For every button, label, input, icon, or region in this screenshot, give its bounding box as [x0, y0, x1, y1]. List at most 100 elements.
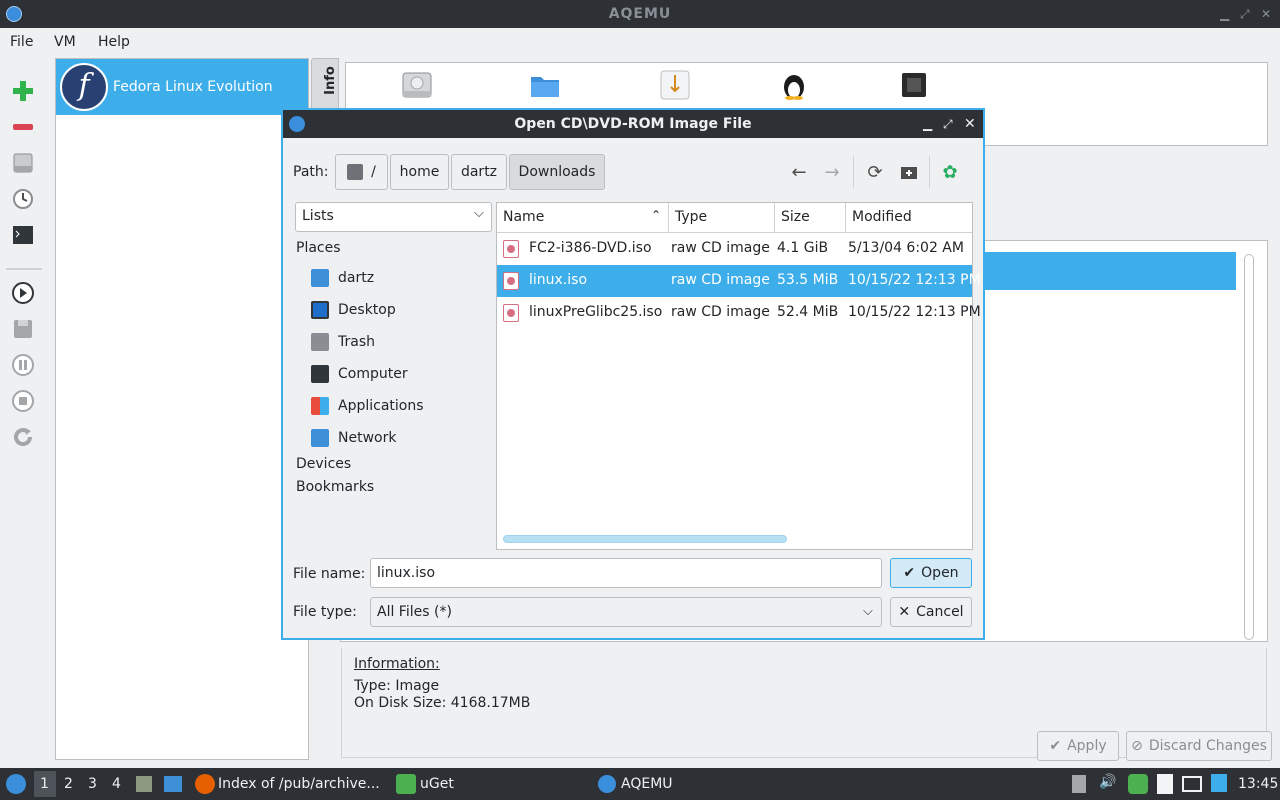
open-button[interactable]: ✔ Open [890, 558, 972, 588]
taskbar: 1 2 3 4 Index of /pub/archive... uGet AQ… [0, 768, 1280, 800]
workspace-1[interactable]: 1 [40, 776, 49, 792]
check-icon: ✔ [903, 565, 916, 581]
vm-name: Fedora Linux Evolution [113, 79, 273, 95]
vertical-scrollbar[interactable] [1244, 254, 1254, 640]
hard-disk-icon[interactable] [10, 150, 36, 176]
sidebar-view-label: Lists [302, 208, 334, 224]
firefox-icon [195, 774, 215, 794]
dialog-title: Open CD\DVD-ROM Image File [514, 116, 752, 132]
dialog-minimize-icon[interactable]: ▁ [923, 110, 932, 138]
folder-device-icon[interactable] [529, 69, 561, 105]
file-type: raw CD image [671, 304, 770, 320]
close-icon[interactable]: ✕ [1261, 0, 1272, 28]
workspace-3[interactable]: 3 [88, 776, 97, 792]
path-home-label: home [399, 164, 440, 180]
cancel-button[interactable]: ✕ Cancel [890, 597, 972, 627]
discard-changes-button[interactable]: ⊘ Discard Changes [1126, 731, 1272, 761]
path-root-button[interactable]: / [335, 154, 388, 190]
window-titlebar: AQEMU ▁ ⤢ ✕ [0, 0, 1280, 28]
place-network[interactable]: Network [311, 426, 396, 450]
options-gear-icon[interactable]: ✿ [938, 160, 962, 184]
tab-info-label: Info [322, 66, 338, 95]
selected-device-row[interactable] [984, 252, 1236, 290]
task-aqemu[interactable]: AQEMU [621, 776, 673, 792]
new-folder-icon[interactable] [897, 160, 921, 184]
places-heading: Places [296, 240, 341, 256]
file-manager-icon[interactable] [136, 776, 152, 792]
workspace-2[interactable]: 2 [64, 776, 73, 792]
start-vm-icon[interactable] [10, 280, 36, 306]
column-size[interactable]: Size [781, 209, 810, 225]
file-name-input[interactable]: linux.iso [370, 558, 882, 588]
place-label: Applications [338, 398, 424, 414]
vm-list-item[interactable]: f Fedora Linux Evolution [56, 59, 308, 115]
menu-file[interactable]: File [10, 34, 33, 50]
remove-vm-icon[interactable] [10, 114, 36, 140]
column-type[interactable]: Type [675, 209, 707, 225]
uget-tray-icon[interactable] [1128, 774, 1148, 794]
dialog-close-icon[interactable]: ✕ [964, 110, 976, 138]
iso-file-icon [503, 240, 519, 258]
path-dartz-button[interactable]: dartz [451, 154, 507, 190]
column-name[interactable]: Name [503, 209, 544, 225]
file-size: 53.5 MiB [777, 272, 839, 288]
hdd-device-icon[interactable] [401, 69, 433, 105]
aqemu-app-icon [6, 6, 22, 22]
forward-arrow-icon[interactable]: → [820, 160, 844, 184]
place-dartz[interactable]: dartz [311, 266, 374, 290]
pause-vm-icon[interactable] [10, 352, 36, 378]
sidebar-view-combo[interactable]: Lists ⌵ [295, 202, 492, 232]
file-row-selected[interactable]: linux.iso raw CD image 53.5 MiB 10/15/22… [497, 265, 981, 297]
iso-file-icon [503, 304, 519, 322]
show-desktop-icon[interactable] [164, 776, 182, 792]
usb-device-icon[interactable] [659, 69, 691, 105]
place-computer[interactable]: Computer [311, 362, 408, 386]
menu-help[interactable]: Help [98, 34, 130, 50]
cpu-chip-icon[interactable] [898, 69, 930, 105]
minimize-icon[interactable]: ▁ [1220, 0, 1230, 28]
linux-tux-icon[interactable] [778, 69, 810, 105]
snapshot-clock-icon[interactable] [10, 186, 36, 212]
task-firefox[interactable]: Index of /pub/archive... [218, 776, 380, 792]
dialog-maximize-icon[interactable]: ⤢ [943, 110, 953, 138]
window-title: AQEMU [608, 6, 672, 22]
menu-vm[interactable]: VM [54, 34, 76, 50]
workspace-4[interactable]: 4 [112, 776, 121, 792]
file-type: raw CD image [671, 272, 770, 288]
place-trash[interactable]: Trash [311, 330, 375, 354]
file-row[interactable]: FC2-i386-DVD.iso raw CD image 4.1 GiB 5/… [497, 233, 972, 265]
notification-tray-icon[interactable] [1211, 774, 1227, 792]
place-applications[interactable]: Applications [311, 394, 424, 418]
file-row[interactable]: linuxPreGlibc25.iso raw CD image 52.4 Mi… [497, 297, 981, 329]
file-modified: 5/13/04 6:02 AM [848, 240, 964, 256]
path-home-button[interactable]: home [390, 154, 449, 190]
devices-heading[interactable]: Devices [296, 456, 351, 472]
sort-ascending-icon: ⌃ [651, 208, 662, 222]
file-type-combo[interactable]: All Files (*) ⌵ [370, 597, 882, 627]
file-type: raw CD image [671, 240, 770, 256]
reset-vm-icon[interactable] [10, 424, 36, 450]
maximize-icon[interactable]: ⤢ [1240, 0, 1251, 28]
file-name: linux.iso [529, 272, 588, 288]
network-tray-icon[interactable] [1182, 776, 1202, 792]
apply-label: Apply [1067, 738, 1107, 754]
path-downloads-button[interactable]: Downloads [509, 154, 605, 190]
add-vm-icon[interactable] [10, 78, 36, 104]
horizontal-scrollbar[interactable] [503, 535, 787, 543]
back-arrow-icon[interactable]: ← [787, 160, 811, 184]
task-uget[interactable]: uGet [420, 776, 454, 792]
volume-icon[interactable]: 🔊 [1099, 774, 1116, 790]
save-state-icon[interactable] [10, 316, 36, 342]
terminal-icon[interactable] [10, 222, 36, 248]
refresh-icon[interactable]: ⟳ [863, 160, 887, 184]
apply-button[interactable]: ✔ Apply [1037, 731, 1119, 761]
file-list-header: Name ⌃ Type Size Modified [497, 203, 972, 233]
place-desktop[interactable]: Desktop [311, 298, 396, 322]
storage-tray-icon[interactable] [1072, 775, 1086, 793]
bookmarks-heading[interactable]: Bookmarks [296, 479, 374, 495]
fedora-logo-icon: f [60, 63, 108, 111]
column-modified[interactable]: Modified [852, 209, 912, 225]
stop-vm-icon[interactable] [10, 388, 36, 414]
start-menu-icon[interactable] [6, 774, 26, 794]
clipboard-tray-icon[interactable] [1157, 774, 1173, 794]
